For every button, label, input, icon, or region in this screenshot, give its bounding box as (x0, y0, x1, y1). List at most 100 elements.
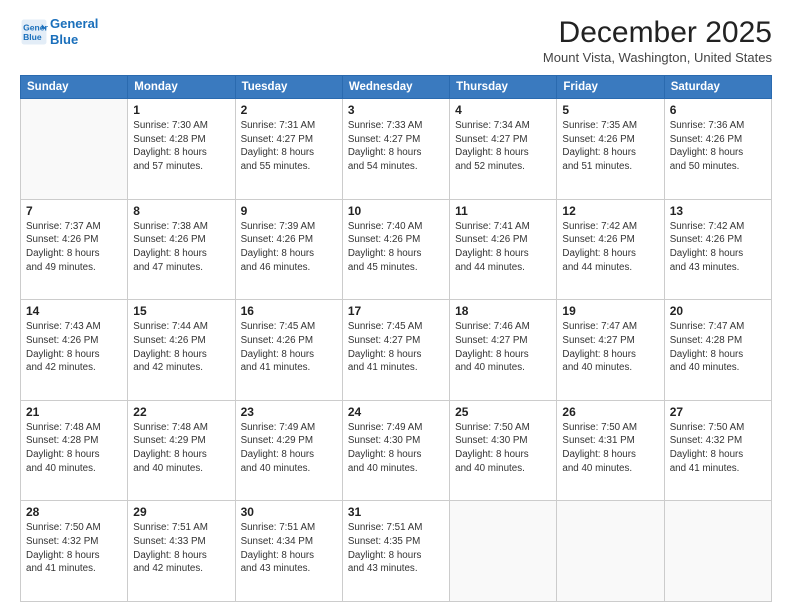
logo-icon: General Blue (20, 18, 48, 46)
cell-info: Sunrise: 7:50 AM Sunset: 4:32 PM Dayligh… (26, 521, 122, 576)
cell-info: Sunrise: 7:48 AM Sunset: 4:28 PM Dayligh… (26, 421, 122, 476)
table-row: 12 Sunrise: 7:42 AM Sunset: 4:26 PM Dayli… (557, 199, 664, 300)
table-row: 17 Sunrise: 7:45 AM Sunset: 4:27 PM Dayli… (342, 300, 449, 401)
cell-info: Sunrise: 7:34 AM Sunset: 4:27 PM Dayligh… (455, 119, 551, 174)
cell-date: 26 (562, 405, 658, 419)
table-row (21, 99, 128, 200)
cell-date: 9 (241, 204, 337, 218)
cell-date: 11 (455, 204, 551, 218)
svg-text:Blue: Blue (23, 31, 42, 41)
cell-date: 28 (26, 505, 122, 519)
cell-info: Sunrise: 7:41 AM Sunset: 4:26 PM Dayligh… (455, 220, 551, 275)
calendar-week-row: 21Sunrise: 7:48 AM Sunset: 4:28 PM Dayli… (21, 400, 772, 501)
cell-date: 15 (133, 304, 229, 318)
table-row: 14Sunrise: 7:43 AM Sunset: 4:26 PM Dayli… (21, 300, 128, 401)
cell-info: Sunrise: 7:39 AM Sunset: 4:26 PM Dayligh… (241, 220, 337, 275)
cell-date: 8 (133, 204, 229, 218)
col-wednesday: Wednesday (342, 76, 449, 99)
table-row: 13 Sunrise: 7:42 AM Sunset: 4:26 PM Dayli… (664, 199, 771, 300)
cell-date: 10 (348, 204, 444, 218)
table-row: 5 Sunrise: 7:35 AM Sunset: 4:26 PM Daylig… (557, 99, 664, 200)
page: General Blue General Blue December 2025 … (0, 0, 792, 612)
table-row: 2 Sunrise: 7:31 AM Sunset: 4:27 PM Daylig… (235, 99, 342, 200)
cell-info: Sunrise: 7:40 AM Sunset: 4:26 PM Dayligh… (348, 220, 444, 275)
table-row: 9 Sunrise: 7:39 AM Sunset: 4:26 PM Daylig… (235, 199, 342, 300)
calendar-week-row: 28 Sunrise: 7:50 AM Sunset: 4:32 PM Dayli… (21, 501, 772, 602)
table-row: 23 Sunrise: 7:49 AM Sunset: 4:29 PM Dayli… (235, 400, 342, 501)
table-row: 10 Sunrise: 7:40 AM Sunset: 4:26 PM Dayli… (342, 199, 449, 300)
cell-info: Sunrise: 7:37 AM Sunset: 4:26 PM Dayligh… (26, 220, 122, 275)
calendar-week-row: 14Sunrise: 7:43 AM Sunset: 4:26 PM Dayli… (21, 300, 772, 401)
cell-date: 29 (133, 505, 229, 519)
cell-info: Sunrise: 7:50 AM Sunset: 4:32 PM Dayligh… (670, 421, 766, 476)
table-row: 7 Sunrise: 7:37 AM Sunset: 4:26 PM Daylig… (21, 199, 128, 300)
header: General Blue General Blue December 2025 … (20, 16, 772, 65)
cell-info: Sunrise: 7:35 AM Sunset: 4:26 PM Dayligh… (562, 119, 658, 174)
cell-info: Sunrise: 7:45 AM Sunset: 4:27 PM Dayligh… (348, 320, 444, 375)
cell-info: Sunrise: 7:36 AM Sunset: 4:26 PM Dayligh… (670, 119, 766, 174)
col-tuesday: Tuesday (235, 76, 342, 99)
cell-date: 12 (562, 204, 658, 218)
table-row (664, 501, 771, 602)
table-row: 26 Sunrise: 7:50 AM Sunset: 4:31 PM Dayli… (557, 400, 664, 501)
table-row: 8Sunrise: 7:38 AM Sunset: 4:26 PM Daylig… (128, 199, 235, 300)
cell-info: Sunrise: 7:50 AM Sunset: 4:31 PM Dayligh… (562, 421, 658, 476)
cell-date: 18 (455, 304, 551, 318)
cell-date: 7 (26, 204, 122, 218)
logo-line2: Blue (50, 32, 98, 48)
cell-info: Sunrise: 7:42 AM Sunset: 4:26 PM Dayligh… (670, 220, 766, 275)
table-row: 18Sunrise: 7:46 AM Sunset: 4:27 PM Dayli… (450, 300, 557, 401)
calendar-week-row: 7 Sunrise: 7:37 AM Sunset: 4:26 PM Daylig… (21, 199, 772, 300)
table-row: 24 Sunrise: 7:49 AM Sunset: 4:30 PM Dayli… (342, 400, 449, 501)
table-row: 15 Sunrise: 7:44 AM Sunset: 4:26 PM Dayli… (128, 300, 235, 401)
table-row: 19 Sunrise: 7:47 AM Sunset: 4:27 PM Dayli… (557, 300, 664, 401)
cell-date: 3 (348, 103, 444, 117)
cell-date: 17 (348, 304, 444, 318)
cell-info: Sunrise: 7:49 AM Sunset: 4:30 PM Dayligh… (348, 421, 444, 476)
table-row: 1Sunrise: 7:30 AM Sunset: 4:28 PM Daylig… (128, 99, 235, 200)
table-row: 21Sunrise: 7:48 AM Sunset: 4:28 PM Dayli… (21, 400, 128, 501)
cell-info: Sunrise: 7:47 AM Sunset: 4:27 PM Dayligh… (562, 320, 658, 375)
cell-date: 31 (348, 505, 444, 519)
table-row: 31Sunrise: 7:51 AM Sunset: 4:35 PM Dayli… (342, 501, 449, 602)
cell-date: 2 (241, 103, 337, 117)
table-row: 4 Sunrise: 7:34 AM Sunset: 4:27 PM Daylig… (450, 99, 557, 200)
table-row: 22Sunrise: 7:48 AM Sunset: 4:29 PM Dayli… (128, 400, 235, 501)
col-thursday: Thursday (450, 76, 557, 99)
cell-date: 4 (455, 103, 551, 117)
calendar-header-row: Sunday Monday Tuesday Wednesday Thursday… (21, 76, 772, 99)
table-row: 20 Sunrise: 7:47 AM Sunset: 4:28 PM Dayli… (664, 300, 771, 401)
table-row (450, 501, 557, 602)
cell-date: 24 (348, 405, 444, 419)
cell-info: Sunrise: 7:48 AM Sunset: 4:29 PM Dayligh… (133, 421, 229, 476)
cell-info: Sunrise: 7:47 AM Sunset: 4:28 PM Dayligh… (670, 320, 766, 375)
cell-info: Sunrise: 7:51 AM Sunset: 4:33 PM Dayligh… (133, 521, 229, 576)
title-block: December 2025 Mount Vista, Washington, U… (543, 16, 772, 65)
cell-date: 5 (562, 103, 658, 117)
table-row: 3 Sunrise: 7:33 AM Sunset: 4:27 PM Daylig… (342, 99, 449, 200)
col-monday: Monday (128, 76, 235, 99)
cell-info: Sunrise: 7:49 AM Sunset: 4:29 PM Dayligh… (241, 421, 337, 476)
table-row: 16 Sunrise: 7:45 AM Sunset: 4:26 PM Dayli… (235, 300, 342, 401)
month-title: December 2025 (543, 16, 772, 50)
calendar-table: Sunday Monday Tuesday Wednesday Thursday… (20, 75, 772, 602)
location: Mount Vista, Washington, United States (543, 50, 772, 65)
cell-date: 20 (670, 304, 766, 318)
table-row: 27Sunrise: 7:50 AM Sunset: 4:32 PM Dayli… (664, 400, 771, 501)
table-row: 28 Sunrise: 7:50 AM Sunset: 4:32 PM Dayli… (21, 501, 128, 602)
cell-info: Sunrise: 7:31 AM Sunset: 4:27 PM Dayligh… (241, 119, 337, 174)
logo-line1: General (50, 16, 98, 32)
cell-info: Sunrise: 7:30 AM Sunset: 4:28 PM Dayligh… (133, 119, 229, 174)
col-friday: Friday (557, 76, 664, 99)
cell-info: Sunrise: 7:45 AM Sunset: 4:26 PM Dayligh… (241, 320, 337, 375)
cell-info: Sunrise: 7:42 AM Sunset: 4:26 PM Dayligh… (562, 220, 658, 275)
cell-date: 14 (26, 304, 122, 318)
table-row: 6Sunrise: 7:36 AM Sunset: 4:26 PM Daylig… (664, 99, 771, 200)
cell-date: 13 (670, 204, 766, 218)
cell-date: 19 (562, 304, 658, 318)
cell-date: 30 (241, 505, 337, 519)
cell-info: Sunrise: 7:44 AM Sunset: 4:26 PM Dayligh… (133, 320, 229, 375)
cell-info: Sunrise: 7:33 AM Sunset: 4:27 PM Dayligh… (348, 119, 444, 174)
cell-date: 16 (241, 304, 337, 318)
cell-date: 23 (241, 405, 337, 419)
